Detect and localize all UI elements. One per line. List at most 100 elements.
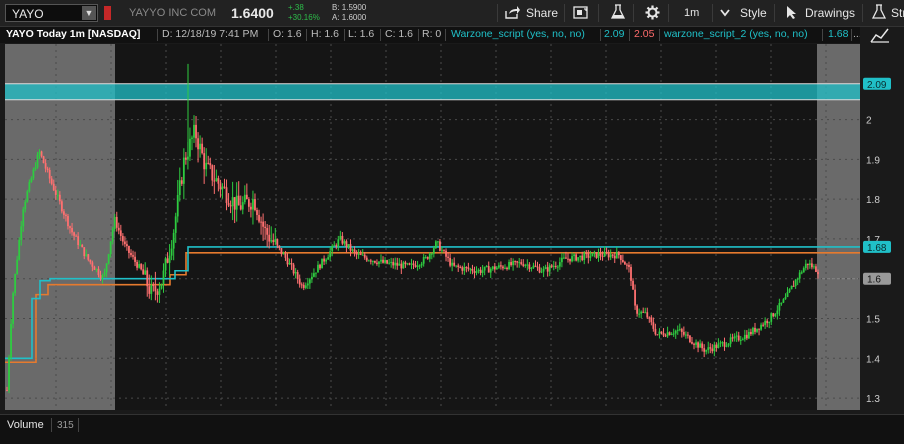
info-divider [380,29,381,41]
candle-body [44,163,47,169]
candle-body [28,182,31,192]
candle-body [670,333,673,335]
screenshot-button[interactable] [573,3,593,23]
candle-body [150,284,153,294]
candle-body [87,254,90,260]
candle-body [40,151,43,157]
candle-body [782,299,785,303]
candle-body [386,260,388,264]
price-axis: 21.91.81.71.61.51.41.32.091.681.6 [863,77,891,405]
candle-body [231,197,234,207]
candle-body [607,253,610,258]
candle-body [14,273,17,294]
candle-body [341,235,344,244]
candle-body [776,310,779,315]
flag-icon[interactable] [104,6,111,20]
candle-body [532,265,535,268]
candle-body [758,328,760,330]
autoscale-icon[interactable] [870,27,890,43]
y-tick-label: 1.8 [866,195,880,206]
style-button[interactable]: Style [720,3,772,23]
candle-body [227,202,230,206]
share-button[interactable]: Share [505,3,563,23]
info-divider [445,29,446,41]
bar-date: D: 12/18/19 7:41 PM [162,28,259,40]
study2-value: 1.68 [828,28,849,40]
gear-icon [645,5,660,20]
candle-body [197,138,199,150]
symbol-input[interactable]: YAYO ▼ [5,4,98,22]
candle-body [223,186,226,188]
candle-body [558,262,561,267]
candle-body [459,267,462,269]
candle-body [762,324,765,326]
candle-body [73,232,75,236]
candle-body [642,311,645,313]
candle-body [343,241,346,244]
candle-body [567,258,569,260]
share-label: Share [526,6,559,20]
strategies-button[interactable]: Str [872,3,904,23]
candle-body [22,209,25,227]
candle-body [804,263,807,269]
candle-body [737,335,740,341]
candle-body [48,169,51,179]
toolbar: YAYO ▼ YAYYO INC COM 1.6400 +.38 +30.16%… [0,0,904,27]
candle-body [353,249,356,252]
candle-body [817,272,819,275]
candle-body [245,194,248,200]
drawings-button[interactable]: Drawings [786,3,858,23]
candle-body [786,292,789,298]
timeframe-button[interactable]: 1m [684,3,700,23]
candle-body [599,252,602,256]
candle-body [536,266,539,268]
candle-body [91,262,94,267]
candle-body [526,264,529,266]
candle-body [396,262,399,266]
candle-body [780,302,783,304]
flask-icon [611,4,625,19]
style-label: Style [740,6,767,20]
candle-body [715,344,718,349]
candle-body [760,324,762,330]
studies-button[interactable] [611,3,627,23]
price-chart[interactable]: 21.91.81.71.61.51.41.32.091.681.6 [0,44,904,410]
candle-body [77,236,80,246]
volume-pane: Volume 315 [0,414,904,444]
candle-body [351,249,354,251]
study2-name[interactable]: warzone_script_2 (yes, no, no) [664,28,808,40]
volume-label: Volume [7,419,44,431]
candle-body [621,259,624,263]
candle-body [654,328,657,335]
candle-body [632,280,634,290]
candle-body [550,265,553,267]
chart-title: YAYO Today 1m [NASDAQ] [6,28,141,40]
candle-body [156,291,159,295]
candle-body [164,258,167,271]
candle-body [514,261,517,263]
settings-button[interactable] [645,3,661,23]
candle-body [290,262,293,265]
chevron-down-icon[interactable]: ▼ [82,6,96,20]
candle-body [579,255,582,258]
candle-body [278,245,281,249]
candle-body [321,258,323,269]
candle-body [784,297,787,300]
candle-body [701,343,704,349]
candle-body [528,264,531,269]
candle-body [132,255,134,257]
study1-value-b: 2.05 [634,28,655,40]
candle-body [424,257,427,259]
candle-body [93,266,96,270]
candle-body [788,289,791,293]
candle-body [603,251,606,257]
candle-body [520,262,523,265]
toolbar-divider [862,4,863,22]
study1-name[interactable]: Warzone_script (yes, no, no) [451,28,585,40]
candle-body [428,253,431,259]
candle-body [292,264,295,274]
candle-body [684,334,687,336]
info-divider [268,29,269,41]
y-tick-label: 2 [866,116,872,127]
candle-body [369,260,372,262]
